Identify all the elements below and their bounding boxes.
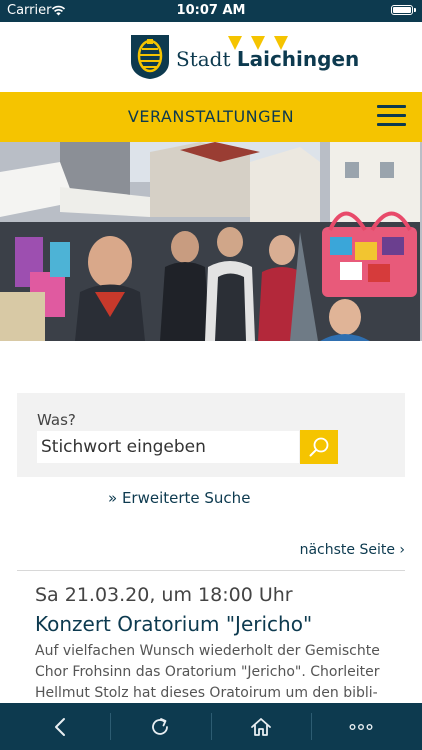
more-icon <box>349 723 373 730</box>
back-button[interactable] <box>10 703 110 750</box>
event-title[interactable]: Konzert Oratorium "Jericho" <box>35 612 312 636</box>
hamburger-menu-icon[interactable] <box>377 105 406 129</box>
bottom-toolbar <box>0 703 422 750</box>
next-page-link[interactable]: nächste Seite › <box>300 542 405 558</box>
home-button[interactable] <box>211 703 311 750</box>
city-name: Stadt Laichingen <box>176 47 359 71</box>
search-button[interactable] <box>300 430 338 464</box>
home-icon <box>251 717 271 736</box>
event-description: Auf vielfachen Wunsch wiederholt der Gem… <box>35 643 380 701</box>
reload-button[interactable] <box>110 703 210 750</box>
event-date: Sa 21.03.20, um 18:00 Uhr <box>35 584 293 606</box>
advanced-search-link[interactable]: » Erweiterte Suche <box>108 489 250 507</box>
search-input[interactable] <box>37 431 299 463</box>
status-bar: Carrier 10:07 AM <box>0 0 422 22</box>
search-icon <box>309 437 329 457</box>
back-icon <box>55 717 65 736</box>
battery-icon <box>391 5 416 15</box>
search-label: Was? <box>37 411 76 429</box>
clock: 10:07 AM <box>176 3 246 18</box>
page-title: VERANSTALTUNGEN <box>127 107 295 126</box>
city-name-main: Laichingen <box>236 47 360 71</box>
city-name-prefix: Stadt <box>176 47 237 71</box>
search-panel: Was? <box>17 393 405 477</box>
brand-header: Stadt Laichingen <box>0 22 422 92</box>
reload-icon <box>152 717 168 735</box>
hero-photo-market <box>0 142 422 341</box>
divider <box>17 570 405 571</box>
more-button[interactable] <box>311 703 411 750</box>
city-crest-icon <box>131 35 169 79</box>
section-navbar: VERANSTALTUNGEN <box>0 92 422 142</box>
